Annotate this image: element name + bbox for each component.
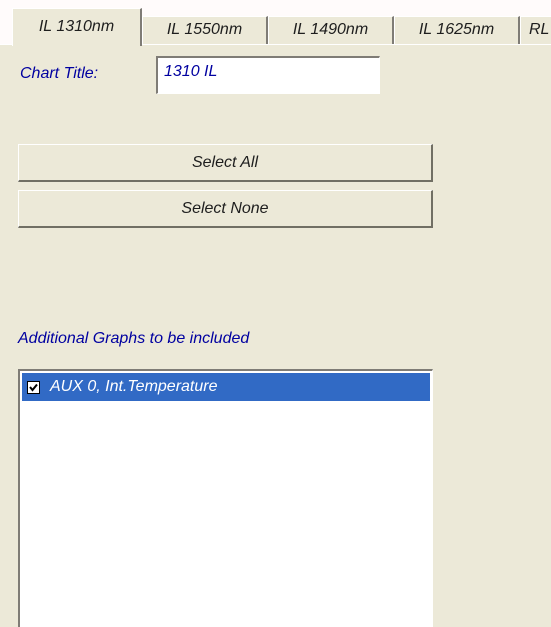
tab-strip: IL 1310nm IL 1550nm IL 1490nm IL 1625nm … <box>0 0 551 46</box>
select-none-button[interactable]: Select None <box>18 190 433 228</box>
list-item-label: AUX 0, Int.Temperature <box>50 378 218 395</box>
chart-title-label: Chart Title: <box>20 65 99 82</box>
checkbox[interactable] <box>27 381 40 394</box>
list-item[interactable]: AUX 0, Int.Temperature <box>22 373 430 401</box>
additional-graphs-list[interactable]: AUX 0, Int.Temperature <box>18 369 433 627</box>
options-window: IL 1310nm IL 1550nm IL 1490nm IL 1625nm … <box>0 0 551 627</box>
additional-graphs-label: Additional Graphs to be included <box>18 330 250 347</box>
tab-il-1310nm[interactable]: IL 1310nm <box>12 8 142 46</box>
tab-il-1490nm[interactable]: IL 1490nm <box>268 16 394 44</box>
tab-rl[interactable]: RL <box>520 16 551 44</box>
tab-il-1625nm[interactable]: IL 1625nm <box>394 16 520 44</box>
checkmark-icon <box>29 383 38 392</box>
tab-il-1550nm[interactable]: IL 1550nm <box>142 16 268 44</box>
select-all-button[interactable]: Select All <box>18 144 433 182</box>
chart-title-input[interactable]: 1310 IL <box>156 56 380 94</box>
